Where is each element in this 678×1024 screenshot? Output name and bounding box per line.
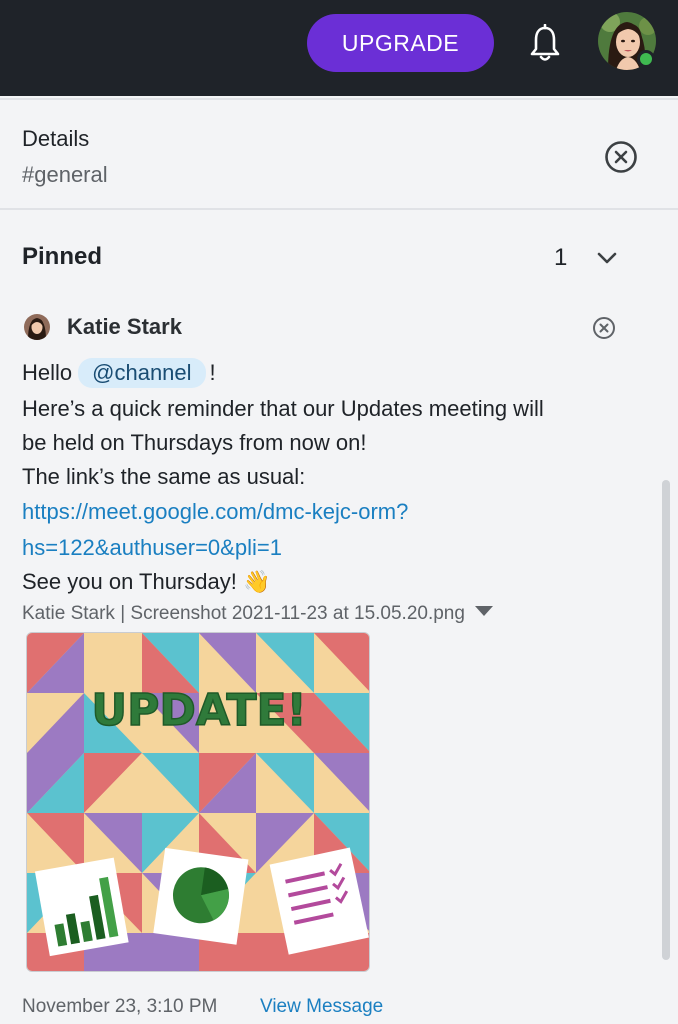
message-line: be held on Thursdays from now on!	[22, 430, 367, 455]
message-line: Here’s a quick reminder that our Updates…	[22, 396, 544, 421]
caret-down-icon[interactable]	[474, 606, 493, 616]
message-line: The link’s the same as usual:	[22, 464, 306, 489]
meeting-link[interactable]: https://meet.google.com/dmc-kejc-orm?	[22, 499, 408, 525]
online-status-dot	[637, 50, 655, 68]
details-title: Details	[22, 126, 90, 151]
unpin-close-icon[interactable]	[592, 316, 616, 340]
message-line-closing: See you on Thursday! 👋	[22, 569, 270, 595]
close-circle-icon[interactable]	[604, 140, 638, 174]
chevron-down-icon[interactable]	[596, 250, 618, 266]
pinned-count: 1	[554, 244, 568, 271]
pinned-title: Pinned	[22, 243, 103, 270]
message-line-greeting: Hello @channel!	[22, 358, 216, 388]
attachment-image[interactable]: UPDATE!	[26, 632, 370, 972]
message-author[interactable]: Katie Stark	[67, 314, 182, 340]
attachment-meta[interactable]: Katie Stark | Screenshot 2021-11-23 at 1…	[22, 603, 493, 625]
exclamation-text: !	[209, 360, 216, 385]
upgrade-button[interactable]: UPGRADE	[307, 14, 494, 72]
closing-text: See you on Thursday!	[22, 569, 237, 594]
meeting-link-continued[interactable]: hs=122&authuser=0&pli=1	[22, 535, 282, 561]
section-divider	[0, 208, 678, 210]
channel-mention[interactable]: @channel	[78, 358, 206, 388]
view-message-link[interactable]: View Message	[260, 996, 383, 1018]
channel-name: #general	[22, 162, 108, 187]
waving-hand-icon: 👋	[242, 569, 271, 594]
image-title-text: UPDATE!	[91, 685, 306, 736]
greeting-text: Hello	[22, 360, 73, 385]
author-avatar[interactable]	[24, 314, 50, 340]
bell-icon[interactable]	[528, 24, 562, 64]
attachment-name: Katie Stark | Screenshot 2021-11-23 at 1…	[22, 603, 465, 624]
scrollbar[interactable]	[662, 480, 670, 960]
message-timestamp: November 23, 3:10 PM	[22, 996, 218, 1017]
